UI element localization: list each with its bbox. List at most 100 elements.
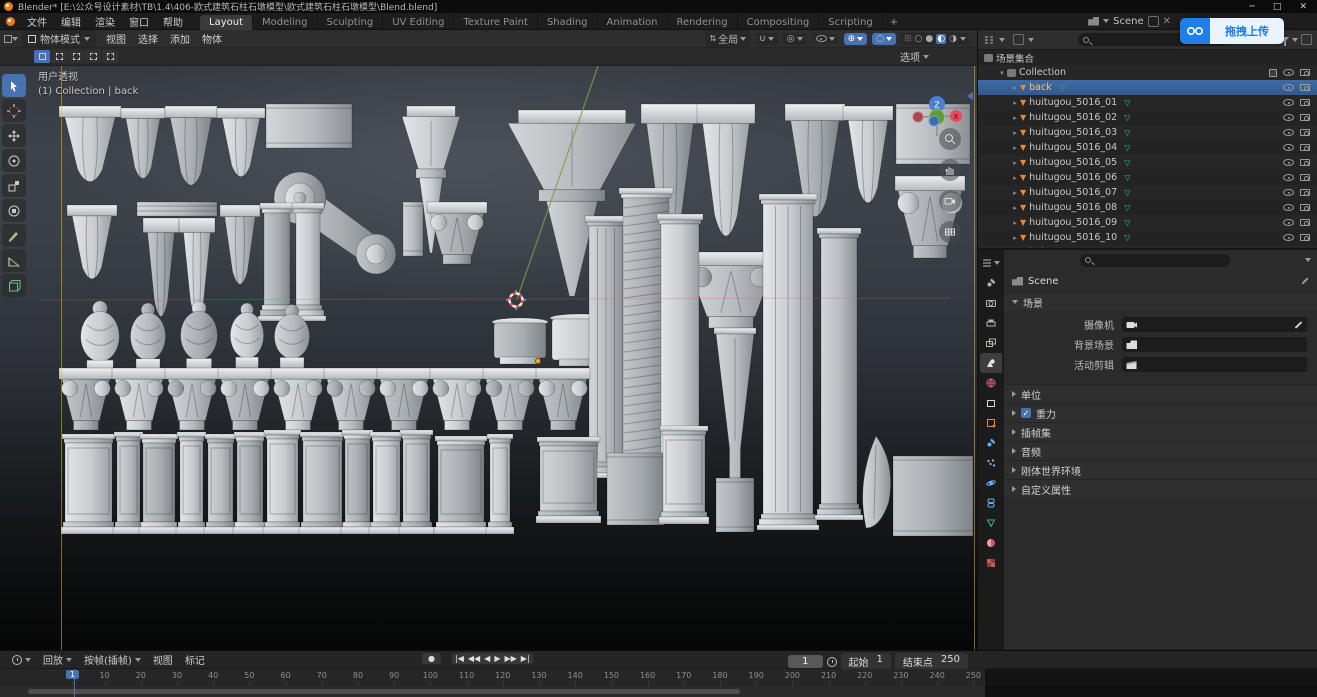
disclosure-icon[interactable]: ▸ — [1010, 129, 1020, 137]
timeline-menu-标记[interactable]: 标记 — [179, 652, 211, 667]
timeline-track[interactable] — [0, 685, 1317, 697]
properties-tab-render[interactable] — [980, 293, 1002, 313]
shading-wireframe-icon[interactable]: ○ — [915, 34, 923, 44]
new-collection-icon[interactable] — [1301, 34, 1312, 45]
next-keyframe-button[interactable]: ▶▶ — [504, 654, 516, 663]
outliner-row-huitugou_5016_06[interactable]: ▸▼huitugou_5016_06▽ — [978, 170, 1317, 185]
eye-icon[interactable] — [1283, 84, 1294, 91]
select-intersect-button[interactable] — [102, 50, 118, 63]
menu-窗口[interactable]: 窗口 — [122, 14, 156, 29]
eye-icon[interactable] — [1283, 114, 1294, 121]
eye-icon[interactable] — [1283, 234, 1294, 241]
minimize-button[interactable]: ─ — [1250, 2, 1255, 12]
field-input[interactable] — [1122, 317, 1307, 332]
eye-icon[interactable] — [1283, 204, 1294, 211]
outliner-row-huitugou_5016_11[interactable]: ▸▼huitugou_5016_11▽ — [978, 245, 1317, 248]
disclosure-icon[interactable]: ▸ — [1010, 204, 1020, 212]
measure-tool[interactable] — [2, 249, 26, 272]
sidebar-collapse-arrow[interactable] — [967, 92, 973, 100]
workspace-tab-Modeling[interactable]: Modeling — [253, 15, 318, 30]
outliner-row-back[interactable]: ▸▼back▽ — [978, 80, 1317, 95]
camera-icon[interactable] — [1300, 174, 1310, 181]
move-tool[interactable] — [2, 124, 26, 147]
play-button[interactable]: ▶ — [494, 654, 500, 663]
properties-tab-collection[interactable] — [980, 393, 1002, 413]
camera-icon[interactable] — [1300, 99, 1310, 106]
outliner-row-huitugou_5016_03[interactable]: ▸▼huitugou_5016_03▽ — [978, 125, 1317, 140]
disclosure-icon[interactable]: ▸ — [1010, 99, 1020, 107]
viewport-menu-物体[interactable]: 物体 — [196, 31, 228, 46]
outliner-row-huitugou_5016_01[interactable]: ▸▼huitugou_5016_01▽ — [978, 95, 1317, 110]
panel-header[interactable]: ✓重力 — [1004, 404, 1317, 422]
jump-to-start-button[interactable]: |◀ — [455, 654, 464, 663]
properties-tab-viewlayer[interactable] — [980, 333, 1002, 353]
camera-icon[interactable] — [1300, 159, 1310, 166]
menu-编辑[interactable]: 编辑 — [54, 14, 88, 29]
properties-tab-object[interactable] — [980, 413, 1002, 433]
workspace-tab-Scripting[interactable]: Scripting — [819, 15, 882, 30]
show-visibility-dropdown[interactable] — [812, 34, 839, 43]
current-frame-badge[interactable]: 1 — [66, 670, 79, 679]
timeline-menu-视图[interactable]: 视图 — [147, 652, 179, 667]
add-workspace-button[interactable]: + — [883, 15, 905, 30]
eye-icon[interactable] — [1283, 159, 1294, 166]
workspace-tab-UV Editing[interactable]: UV Editing — [383, 15, 454, 30]
current-frame-field[interactable]: 1 — [788, 655, 822, 668]
camera-icon[interactable] — [1300, 219, 1310, 226]
outliner-row-场景集合[interactable]: 场景集合 — [978, 50, 1317, 65]
ortho-grid-icon[interactable] — [939, 221, 961, 243]
disclosure-icon[interactable]: ▸ — [1010, 114, 1020, 122]
properties-search-input[interactable] — [1094, 254, 1194, 266]
camera-icon[interactable] — [1300, 129, 1310, 136]
add-cube-tool[interactable] — [2, 274, 26, 297]
panel-header[interactable]: 场景 — [1004, 293, 1317, 311]
timeline-editor-icon[interactable] — [6, 655, 37, 665]
exclude-checkbox-icon[interactable] — [1269, 69, 1277, 77]
disclosure-icon[interactable]: ▸ — [1010, 84, 1020, 92]
viewport-3d[interactable]: 物体模式 视图选择添加物体 ⇅全局 ∪ ◎ ⊕ ◌ ⊞ ○ ● ◐ — [0, 30, 977, 650]
xray-toggle-icon[interactable]: ⊞ — [904, 34, 912, 44]
properties-tab-tool[interactable] — [980, 273, 1002, 293]
camera-icon[interactable] — [1300, 84, 1310, 91]
frame-end-field[interactable]: 结束点250 — [895, 653, 968, 670]
outliner-row-huitugou_5016_09[interactable]: ▸▼huitugou_5016_09▽ — [978, 215, 1317, 230]
prev-keyframe-button[interactable]: ◀◀ — [468, 654, 480, 663]
menu-渲染[interactable]: 渲染 — [88, 14, 122, 29]
eye-icon[interactable] — [1283, 69, 1294, 76]
panel-header[interactable]: 刚体世界环境 — [1004, 461, 1317, 479]
shading-rendered-icon[interactable]: ◑ — [949, 34, 957, 44]
cursor-tool[interactable] — [2, 99, 26, 122]
scale-tool[interactable] — [2, 174, 26, 197]
eye-icon[interactable] — [1283, 129, 1294, 136]
workspace-tab-Animation[interactable]: Animation — [598, 15, 668, 30]
eyedropper-icon[interactable] — [1295, 321, 1303, 329]
camera-icon[interactable] — [1300, 204, 1310, 211]
viewport-canvas[interactable]: 用户透视 (1) Collection | back — [0, 66, 977, 650]
properties-tab-output[interactable] — [980, 313, 1002, 333]
outliner-editor-icon[interactable] — [983, 35, 995, 45]
shading-material-icon[interactable]: ◐ — [936, 34, 946, 44]
camera-view-icon[interactable] — [939, 190, 961, 212]
properties-tab-selector[interactable] — [980, 253, 1002, 273]
menu-帮助[interactable]: 帮助 — [156, 14, 190, 29]
close-button[interactable]: ✕ — [1299, 2, 1307, 12]
eye-icon[interactable] — [1283, 189, 1294, 196]
timeline-menu-按帧(插帧)[interactable]: 按帧(插帧) — [78, 652, 147, 667]
jump-to-end-button[interactable]: ▶| — [521, 654, 530, 663]
outliner-search-input[interactable] — [1092, 34, 1192, 46]
properties-tab-scene[interactable] — [980, 353, 1002, 373]
workspace-tab-Sculpting[interactable]: Sculpting — [318, 15, 384, 30]
frame-start-field[interactable]: 起始1 — [841, 653, 891, 670]
show-gizmos-toggle[interactable]: ⊕ — [844, 33, 868, 45]
transform-orientation-dropdown[interactable]: ⇅全局 — [705, 30, 750, 47]
disclosure-icon[interactable]: ▸ — [1010, 234, 1020, 242]
field-input[interactable] — [1122, 357, 1307, 372]
camera-icon[interactable] — [1300, 189, 1310, 196]
properties-tab-physics[interactable] — [980, 473, 1002, 493]
gravity-checkbox[interactable]: ✓ — [1021, 408, 1031, 418]
pan-hand-icon[interactable] — [939, 159, 961, 181]
eye-icon[interactable] — [1283, 174, 1294, 181]
panel-header[interactable]: 单位 — [1004, 385, 1317, 403]
properties-tab-world[interactable] — [980, 373, 1002, 393]
outliner-row-huitugou_5016_08[interactable]: ▸▼huitugou_5016_08▽ — [978, 200, 1317, 215]
